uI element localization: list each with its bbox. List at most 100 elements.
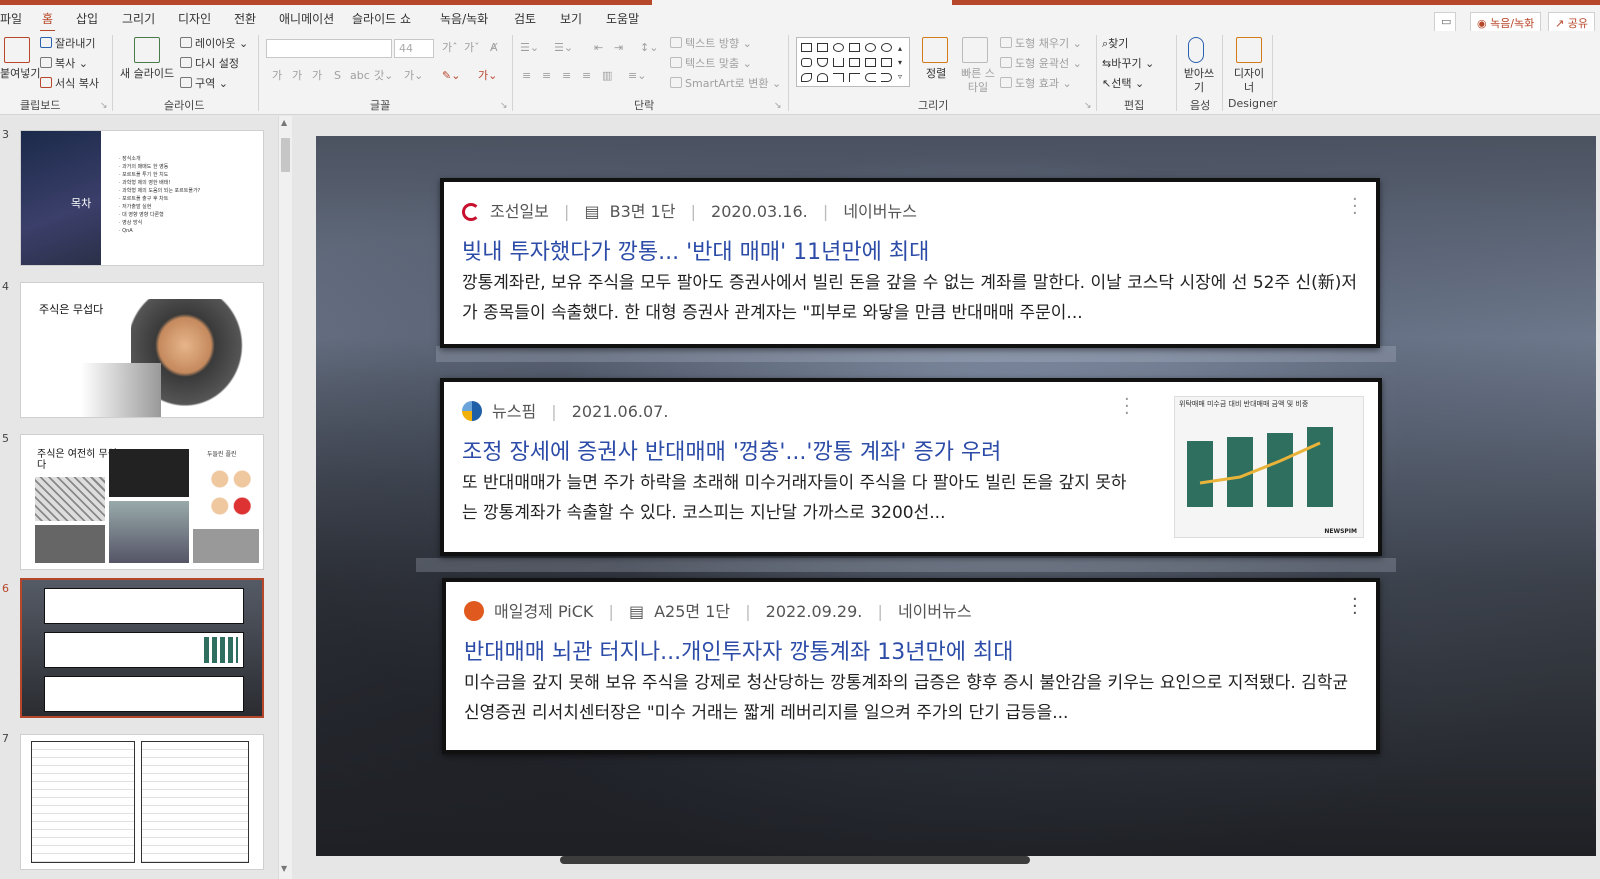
copy-button[interactable]: 복사 ⌄	[40, 57, 88, 71]
rectangle-shape-icon[interactable]	[849, 43, 860, 52]
share-button[interactable]: ↗ 공유	[1548, 12, 1595, 32]
line-spacing-icon[interactable]: ↕⌄	[640, 41, 658, 55]
font-color-icon[interactable]: 가⌄	[478, 69, 497, 83]
textbox-shape-icon[interactable]	[801, 43, 812, 52]
clipboard-launcher-icon[interactable]: ↘	[100, 99, 108, 113]
shapes-gallery[interactable]: ▴ ▾ ▿	[796, 37, 910, 87]
font-size-box[interactable]: 44	[394, 39, 434, 58]
decrease-indent-icon[interactable]: ⇤	[594, 41, 603, 55]
select-button[interactable]: ↖선택 ⌄	[1102, 77, 1144, 91]
tab-design[interactable]: 디자인	[178, 10, 211, 27]
more-options-icon[interactable]: · · ·	[1352, 191, 1358, 223]
news-card-1[interactable]: 조선일보 | ▤ B3면 1단 | 2020.03.16. | 네이버뉴스 · · ·…	[440, 178, 1380, 348]
slide-thumbnail-7[interactable]	[20, 734, 264, 870]
news-headline[interactable]: 반대매매 뇌관 터지나...개인투자자 깡통계좌 13년만에 최대	[464, 634, 1013, 666]
italic-icon[interactable]: 가	[292, 69, 302, 83]
tab-file[interactable]: 파일	[0, 10, 22, 27]
align-center-icon[interactable]: ≡	[542, 69, 551, 83]
rounded-rect-shape-icon[interactable]	[801, 58, 812, 67]
find-button[interactable]: ⌕찾기	[1102, 37, 1128, 51]
columns-icon[interactable]: ▥	[602, 69, 612, 83]
news-source[interactable]: 뉴스핌	[492, 402, 536, 421]
more-options-icon[interactable]: · · ·	[1352, 591, 1358, 623]
connector-shape-icon[interactable]	[833, 58, 844, 67]
grow-font-icon[interactable]: 가ˆ	[442, 41, 458, 55]
paragraph-launcher-icon[interactable]: ↘	[774, 99, 782, 113]
format-painter-button[interactable]: 서식 복사	[40, 77, 99, 91]
char-spacing-icon[interactable]: 갓⌄	[374, 69, 393, 83]
news-card-3[interactable]: 매일경제 PiCK | ▤ A25면 1단 | 2022.09.29. | 네이버…	[442, 578, 1380, 754]
ellipse-shape-icon[interactable]	[881, 43, 892, 52]
curve-shape-icon[interactable]	[849, 73, 860, 82]
slide-thumbnail-5[interactable]: 주식은 여전히 무섭다 두들린 플린	[20, 434, 264, 570]
news-headline[interactable]: 빚내 투자했다가 깡통... '반대 매매' 11년만에 최대	[462, 234, 929, 266]
tab-home[interactable]: 홈	[39, 10, 56, 32]
tab-animations[interactable]: 애니메이션	[279, 10, 334, 27]
tab-insert[interactable]: 삽입	[76, 10, 98, 27]
change-case-icon[interactable]: 가⌄	[404, 69, 423, 83]
news-source[interactable]: 매일경제 PiCK	[494, 602, 593, 621]
replace-button[interactable]: ⇆바꾸기 ⌄	[1102, 57, 1154, 71]
more-options-icon[interactable]: · · ·	[1124, 391, 1130, 423]
brace-right-shape-icon[interactable]	[881, 73, 892, 82]
shadow-icon[interactable]: S	[334, 69, 341, 83]
underline-icon[interactable]: 가	[312, 69, 322, 83]
reset-button[interactable]: 다시 설정	[180, 57, 239, 71]
tab-help[interactable]: 도움말	[606, 10, 639, 27]
scroll-down-icon[interactable]: ▼	[281, 864, 287, 873]
slide-thumbnail-6[interactable]	[20, 578, 264, 718]
line-shape-icon[interactable]	[833, 73, 844, 82]
vertical-textbox-shape-icon[interactable]	[817, 43, 828, 52]
circle-shape-icon[interactable]	[865, 43, 876, 52]
triangle-shape-icon[interactable]	[817, 58, 828, 67]
dictate-button[interactable]: 받아쓰기	[1182, 67, 1216, 95]
current-slide[interactable]: 조선일보 | ▤ B3면 1단 | 2020.03.16. | 네이버뉴스 · · ·…	[316, 136, 1596, 856]
smartart-button[interactable]: SmartArt로 변환 ⌄	[670, 77, 781, 91]
numbering-icon[interactable]: ☰⌄	[554, 41, 573, 55]
new-slide-button[interactable]: 새 슬라이드	[120, 67, 174, 81]
gallery-more-icon[interactable]: ▿	[898, 70, 902, 84]
align-text-button[interactable]: 텍스트 맞춤 ⌄	[670, 57, 752, 71]
justify-icon[interactable]: ≡	[582, 69, 591, 83]
thumbnails-scrollbar[interactable]: ▲ ▼	[278, 116, 292, 879]
cut-button[interactable]: 잘라내기	[40, 37, 95, 51]
designer-ideas-button[interactable]: 디자이너	[1232, 67, 1266, 95]
font-launcher-icon[interactable]: ↘	[500, 99, 508, 113]
distribute-icon[interactable]: ≡⌄	[628, 69, 646, 83]
arrow-shape-icon[interactable]	[865, 58, 876, 67]
font-name-box[interactable]	[266, 39, 392, 58]
shape-fill-button[interactable]: 도형 채우기 ⌄	[1000, 37, 1082, 51]
tab-record[interactable]: 녹음/녹화	[440, 10, 488, 27]
arrange-button[interactable]: 정렬	[926, 67, 946, 81]
brace-left-shape-icon[interactable]	[865, 73, 876, 82]
align-left-icon[interactable]: ≡	[522, 69, 531, 83]
oval-shape-icon[interactable]	[833, 43, 844, 52]
scrollbar-thumb[interactable]	[281, 138, 290, 172]
tab-review[interactable]: 검토	[514, 10, 536, 27]
news-headline[interactable]: 조정 장세에 증권사 반대매매 '껑충'...'깡통 계좌' 증가 우려	[462, 434, 1001, 466]
scroll-up-icon[interactable]: ▲	[281, 118, 287, 127]
drawing-launcher-icon[interactable]: ↘	[1084, 99, 1092, 113]
wave-shape-icon[interactable]	[801, 73, 812, 82]
tab-view[interactable]: 보기	[560, 10, 582, 27]
align-right-icon[interactable]: ≡	[562, 69, 571, 83]
tab-transitions[interactable]: 전환	[234, 10, 256, 27]
shape-effects-button[interactable]: 도형 효과 ⌄	[1000, 77, 1072, 91]
strikethrough-icon[interactable]: abc	[350, 69, 370, 83]
section-button[interactable]: 구역 ⌄	[180, 77, 228, 91]
news-card-2[interactable]: 뉴스핌 | 2021.06.07. · · · 조정 장세에 증권사 반대매매 '껑…	[440, 378, 1382, 556]
clear-format-icon[interactable]: Ⱥ	[490, 41, 498, 55]
news-portal[interactable]: 네이버뉴스	[843, 202, 917, 221]
gallery-up-icon[interactable]: ▴	[898, 42, 902, 56]
record-button[interactable]: ◉ 녹음/녹화	[1470, 12, 1542, 32]
shrink-font-icon[interactable]: 가ˇ	[464, 41, 480, 55]
comments-button[interactable]: ▭	[1434, 12, 1456, 32]
arc-shape-icon[interactable]	[817, 73, 828, 82]
gallery-down-icon[interactable]: ▾	[898, 56, 902, 70]
slide-thumbnail-4[interactable]: 주식은 무섭다	[20, 282, 264, 418]
elbow-shape-icon[interactable]	[849, 58, 860, 67]
tab-draw[interactable]: 그리기	[122, 10, 155, 27]
slide-thumbnail-3[interactable]: 목차 · 장식소개 · 과거의 매매도 한 영동 · 포르트폴 투기 한 치도 …	[20, 130, 264, 266]
bold-icon[interactable]: 가	[272, 69, 282, 83]
layout-button[interactable]: 레이아웃 ⌄	[180, 37, 248, 51]
